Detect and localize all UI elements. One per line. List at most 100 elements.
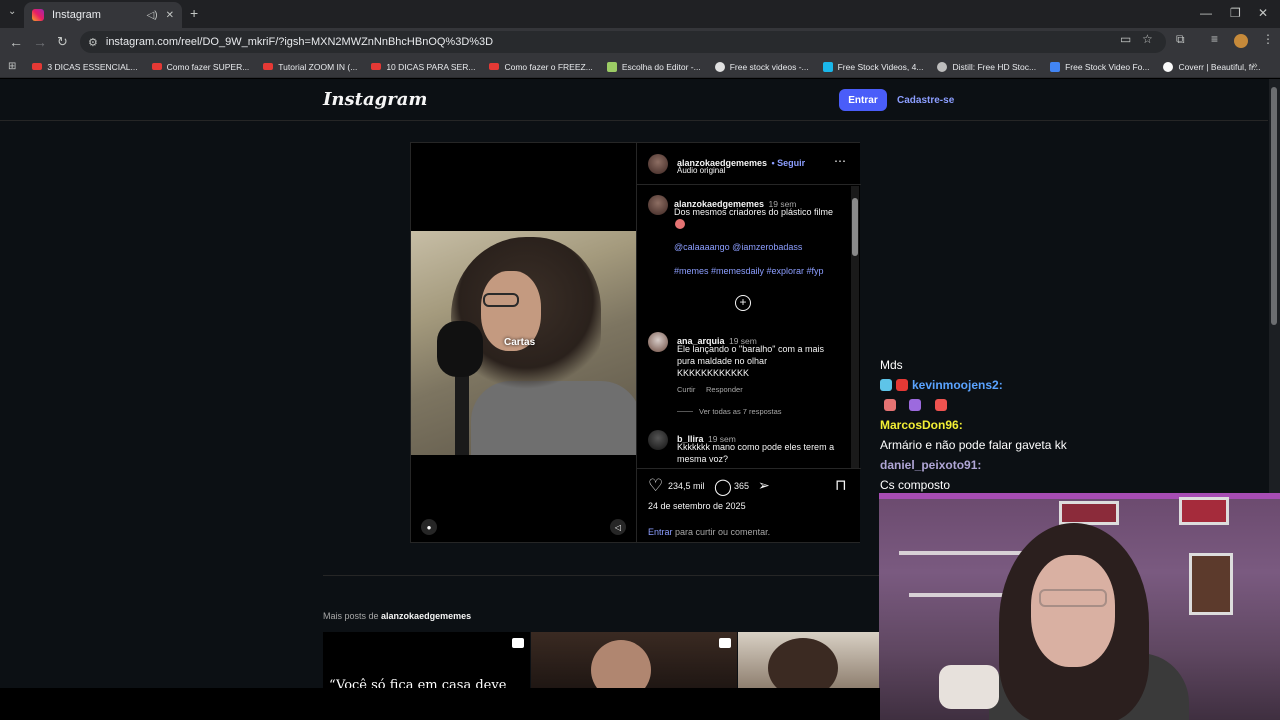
stream-chat-overlay: Mds kevinmoojens2: MarcosDon96: Armário … — [880, 355, 1180, 495]
caption-avatar[interactable] — [648, 195, 668, 215]
post-thumbnail[interactable]: “Você só fica em casa deve — [323, 632, 530, 688]
back-icon[interactable]: ← — [9, 34, 23, 50]
reading-list-icon[interactable]: ≡ — [1211, 32, 1218, 46]
distill-icon — [937, 61, 948, 72]
bookmark-item[interactable]: Como fazer o FREEZ... — [489, 62, 593, 72]
page-scroll-thumb[interactable] — [1271, 87, 1277, 325]
bookmark-item[interactable]: Distill: Free HD Stoc... — [937, 61, 1036, 72]
more-bookmarks-icon[interactable]: » — [1252, 60, 1258, 71]
vimeo-icon — [822, 61, 833, 72]
more-options-icon[interactable]: ⋯ — [834, 154, 847, 168]
more-posts-heading: Mais posts de alanzokaedgememes — [323, 611, 472, 621]
video-mic-stand — [455, 371, 469, 455]
pexels-icon — [714, 61, 725, 72]
close-tab-icon[interactable]: ✕ — [166, 10, 174, 21]
youtube-icon — [263, 63, 274, 70]
comment-text: mesma voz? — [677, 454, 729, 464]
bookmark-item[interactable]: Coverr | Beautiful, fr... — [1163, 61, 1261, 72]
comment-avatar[interactable] — [648, 332, 668, 352]
view-replies-link[interactable]: Ver todas as 7 respostas — [699, 407, 782, 416]
bookmark-star-icon[interactable]: ☆ — [1142, 32, 1153, 46]
post-thumbnail[interactable] — [531, 632, 737, 688]
bookmark-item[interactable]: Como fazer SUPER... — [151, 62, 249, 72]
profile-avatar-icon[interactable] — [1234, 34, 1248, 48]
streamer-webcam — [879, 493, 1280, 720]
comments-scrollbar[interactable] — [851, 186, 859, 468]
share-send-icon[interactable]: ➢ — [758, 477, 770, 494]
bookmark-item[interactable]: Escolha do Editor -... — [606, 61, 701, 72]
bookmark-item[interactable]: Free stock videos -... — [714, 61, 809, 72]
site-info-icon[interactable]: ⚙ — [88, 36, 98, 49]
gift-badge-icon — [896, 379, 908, 391]
instagram-favicon-icon — [32, 9, 44, 21]
bookmark-item[interactable]: 10 DICAS PARA SER... — [371, 62, 475, 72]
caption-text: Dos mesmos criadores do plástico filme — [674, 207, 834, 217]
streamer-face — [1031, 555, 1115, 667]
new-tab-icon[interactable]: + — [190, 5, 198, 21]
video-frame: Cartas — [411, 231, 636, 455]
menu-kebab-icon[interactable]: ⋮ — [1262, 32, 1274, 46]
minimize-icon[interactable]: — — [1200, 6, 1212, 20]
post-sidebar: alanzokaedgememes • Seguir Áudio origina… — [636, 143, 861, 542]
reply-link[interactable]: Responder — [706, 385, 743, 394]
extensions-icon[interactable]: ⧉ — [1176, 32, 1185, 47]
coverr-icon — [1163, 61, 1174, 72]
tab-search-icon[interactable]: ⌄ — [8, 6, 16, 17]
address-bar[interactable]: ⚙ instagram.com/reel/DO_9W_mkriF/?igsh=M… — [80, 31, 1166, 53]
streamer-microphone — [939, 665, 999, 709]
like-count[interactable]: 234,5 mil — [668, 481, 705, 491]
doc-icon — [1050, 61, 1061, 72]
comment-text: Kkkkkkk mano como pode eles terem a — [677, 442, 835, 452]
load-more-comments-icon[interactable]: + — [735, 295, 751, 311]
youtube-icon — [371, 63, 382, 70]
login-prompt-link[interactable]: Entrar — [648, 527, 673, 537]
emote-icon — [934, 399, 947, 411]
tab-instagram[interactable]: Instagram ◁) ✕ — [24, 2, 182, 28]
restore-icon[interactable]: ❐ — [1230, 6, 1241, 20]
reel-video[interactable]: Cartas ● ◁ — [411, 143, 636, 542]
webcam-poster — [1179, 497, 1229, 525]
comment-text: Ele lançando o "baralho" com a mais — [677, 344, 824, 354]
post-thumbnail[interactable] — [738, 632, 879, 688]
save-bookmark-icon[interactable]: ⊓ — [835, 476, 847, 494]
video-person-glasses — [483, 293, 519, 307]
login-button[interactable]: Entrar — [839, 89, 887, 111]
audio-label[interactable]: Áudio original — [677, 166, 725, 175]
like-comment-link[interactable]: Curtir — [677, 385, 695, 394]
follow-link[interactable]: • Seguir — [772, 158, 806, 168]
cast-icon[interactable]: ▭ — [1120, 32, 1131, 46]
chat-message: Armário e não pode falar gaveta kk — [880, 438, 1067, 452]
chat-message: Mds — [880, 358, 903, 372]
speaker-icon[interactable]: ◁) — [147, 10, 158, 21]
signup-link[interactable]: Cadastre-se — [897, 95, 954, 106]
reel-icon — [719, 638, 731, 648]
caption-hashtags[interactable]: #memes #memesdaily #explorar #fyp — [674, 266, 824, 276]
bookmark-item[interactable]: Tutorial ZOOM IN (... — [263, 62, 357, 72]
streamer-glasses — [1039, 589, 1107, 607]
bottom-bar — [0, 688, 880, 720]
reload-icon[interactable]: ↻ — [57, 34, 68, 50]
chat-message: daniel_peixoto91: — [880, 458, 982, 472]
close-window-icon[interactable]: ✕ — [1258, 6, 1268, 20]
instagram-logo[interactable]: Instagram — [323, 89, 427, 110]
replies-divider — [677, 411, 693, 412]
apps-grid-icon[interactable]: ⊞ — [8, 61, 16, 72]
sound-icon[interactable]: ◁ — [610, 519, 626, 535]
chat-message: Cs composto — [880, 478, 951, 492]
like-heart-icon[interactable]: ♡ — [648, 476, 663, 496]
tagged-user-icon[interactable]: ● — [421, 519, 437, 535]
comments-scroll-thumb[interactable] — [852, 198, 858, 256]
bookmark-item[interactable]: 3 DICAS ESSENCIAL... — [32, 62, 138, 72]
chat-message — [880, 395, 1180, 415]
bookmark-item[interactable]: Free Stock Videos, 4... — [822, 61, 923, 72]
caption-mentions[interactable]: @calaaaango @iamzerobadass — [674, 242, 802, 252]
author-avatar[interactable] — [648, 154, 668, 174]
more-posts-username[interactable]: alanzokaedgememes — [381, 611, 471, 621]
comment-bubble-icon[interactable]: ◯ — [714, 477, 732, 497]
forward-icon[interactable]: → — [33, 34, 47, 50]
comment-text: pura maldade no olhar — [677, 356, 768, 366]
thumbnail-face — [591, 640, 651, 688]
tab-title: Instagram — [52, 9, 101, 21]
bookmark-item[interactable]: Free Stock Video Fo... — [1050, 61, 1149, 72]
comment-avatar[interactable] — [648, 430, 668, 450]
